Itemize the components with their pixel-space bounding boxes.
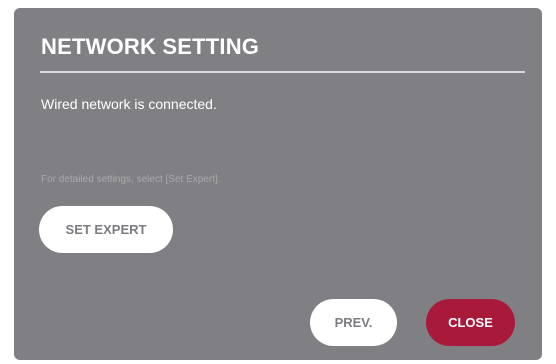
set-expert-button[interactable]: SET EXPERT bbox=[39, 206, 173, 253]
expert-settings-hint: For detailed settings, select [Set Exper… bbox=[41, 174, 221, 185]
title-divider bbox=[40, 71, 525, 73]
prev-button[interactable]: PREV. bbox=[310, 299, 397, 346]
dialog-title: NETWORK SETTING bbox=[41, 34, 260, 59]
close-button[interactable]: CLOSE bbox=[426, 299, 515, 346]
network-setting-dialog: NETWORK SETTING Wired network is connect… bbox=[14, 8, 542, 360]
connection-status-text: Wired network is connected. bbox=[41, 96, 217, 112]
